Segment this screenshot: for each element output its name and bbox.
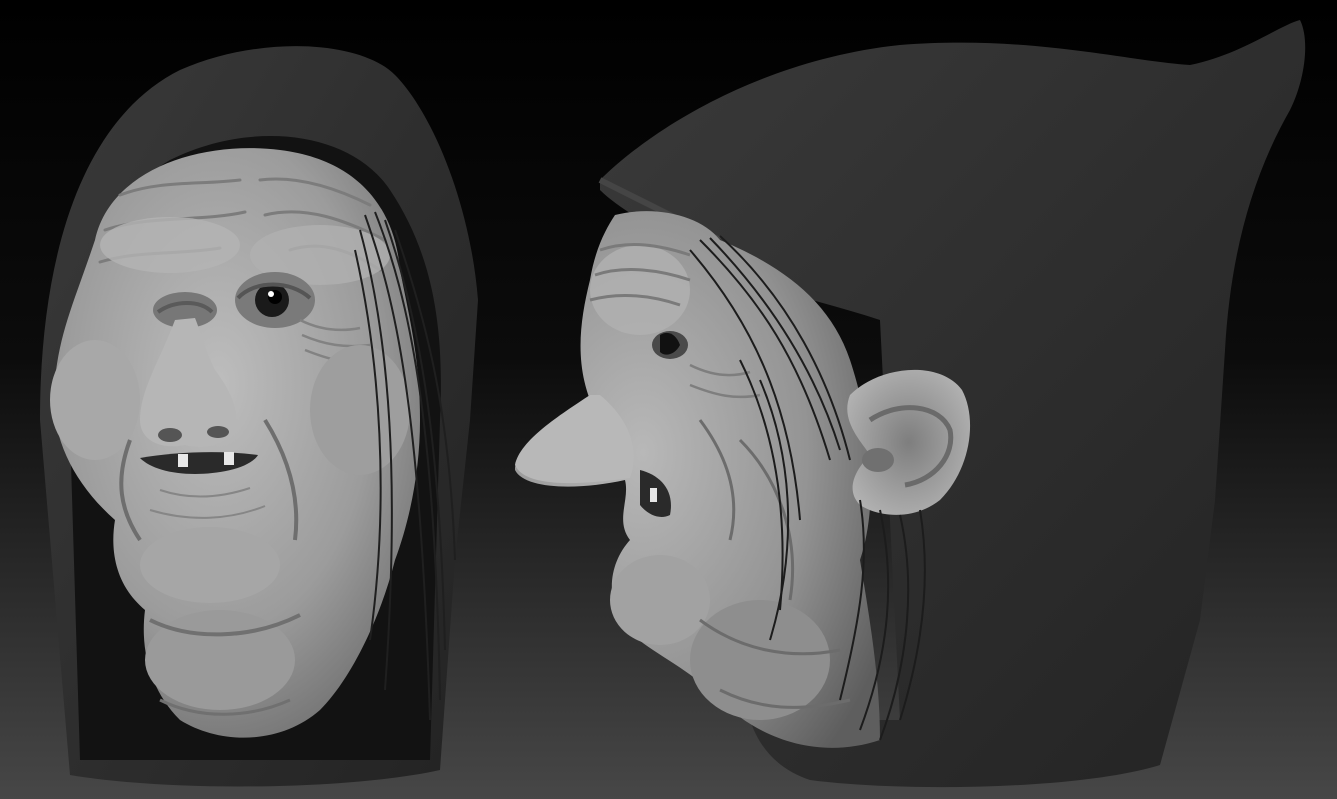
front-tooth: [224, 452, 234, 465]
front-view-head: [40, 46, 478, 787]
sculpt-render-stage: [0, 0, 1337, 799]
sculpt-render: [0, 0, 1337, 799]
side-tooth: [650, 488, 657, 502]
front-tooth: [178, 454, 188, 467]
